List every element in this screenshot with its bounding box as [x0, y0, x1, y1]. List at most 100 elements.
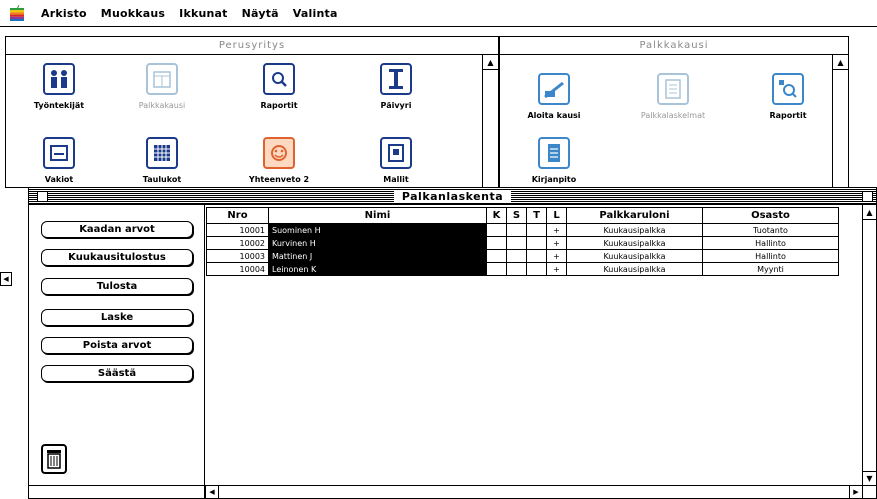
column-header-osasto[interactable]: Osasto	[702, 207, 839, 224]
cell-l[interactable]: +	[546, 262, 567, 276]
window-title[interactable]: Palkkakausi	[500, 37, 848, 55]
icon-label: Yhteenveto 2	[248, 175, 310, 184]
cell-nro[interactable]: 10002	[206, 236, 269, 250]
cell-t[interactable]	[526, 236, 547, 250]
icon-raportit-2[interactable]: Raportit	[740, 73, 836, 120]
saasta-button[interactable]: Säästä	[41, 365, 193, 382]
table-row[interactable]: 10004 Leinonen K + Kuukausipalkka Myynti	[206, 262, 839, 276]
cell-s[interactable]	[506, 236, 527, 250]
cell-t[interactable]	[526, 249, 547, 263]
menu-arkisto[interactable]: Arkisto	[34, 7, 94, 20]
icon-mallit[interactable]: Mallit	[348, 137, 444, 184]
window-title[interactable]: Perusyritys	[6, 37, 498, 55]
cell-s[interactable]	[506, 262, 527, 276]
apple-menu-icon[interactable]	[0, 3, 34, 23]
icon-label: Kirjanpito	[531, 175, 577, 184]
icon-aloita-kausi[interactable]: Aloita kausi	[506, 73, 602, 120]
calendar-icon	[146, 63, 178, 95]
cell-osasto[interactable]: Myynti	[702, 262, 839, 276]
poista-arvot-button[interactable]: Poista arvot	[41, 337, 193, 354]
kaadan-arvot-button[interactable]: Kaadan arvot	[41, 221, 193, 238]
icon-palkkakausi[interactable]: Palkkakausi	[114, 63, 210, 110]
icon-label: Palkkalaskelmat	[640, 111, 706, 120]
icon-vakiot[interactable]: Vakiot	[11, 137, 107, 184]
cell-t[interactable]	[526, 262, 547, 276]
icon-raportit[interactable]: Raportit	[231, 63, 327, 110]
window-palkanlaskenta[interactable]: Palkanlaskenta Kaadan arvot Kuukausitulo…	[28, 187, 877, 499]
menu-muokkaus[interactable]: Muokkaus	[94, 7, 172, 20]
cell-nimi[interactable]: Leinonen K	[268, 262, 487, 276]
icon-paivyri[interactable]: Päivyri	[348, 63, 444, 110]
cell-nro[interactable]: 10004	[206, 262, 269, 276]
column-header-l[interactable]: L	[546, 207, 567, 224]
cell-osasto[interactable]: Tuotanto	[702, 223, 839, 237]
cell-s[interactable]	[506, 223, 527, 237]
icon-palkkalaskelmat[interactable]: Palkkalaskelmat	[625, 73, 721, 120]
vertical-scrollbar[interactable]: ▲	[482, 55, 498, 187]
cell-palkka[interactable]: Kuukausipalkka	[566, 223, 703, 237]
cell-k[interactable]	[486, 223, 507, 237]
close-box-icon[interactable]	[37, 191, 48, 202]
table-row[interactable]: 10001 Suominen H + Kuukausipalkka Tuotan…	[206, 223, 839, 237]
trash-icon[interactable]	[41, 444, 67, 474]
menu-valinta[interactable]: Valinta	[286, 7, 345, 20]
ledger-icon	[538, 137, 570, 169]
window-perusyritys[interactable]: Perusyritys ▲ Työntekijät Palkkakausi Ra…	[5, 36, 499, 188]
cell-k[interactable]	[486, 262, 507, 276]
column-header-nro[interactable]: Nro	[206, 207, 269, 224]
icon-kirjanpito[interactable]: Kirjanpito	[506, 137, 602, 184]
icon-label: Työntekijät	[33, 101, 85, 110]
cell-nro[interactable]: 10003	[206, 249, 269, 263]
table-row[interactable]: 10003 Mattinen J + Kuukausipalkka Hallin…	[206, 249, 839, 263]
kuukausitulostus-button[interactable]: Kuukausitulostus	[41, 249, 193, 266]
cell-osasto[interactable]: Hallinto	[702, 236, 839, 250]
icon-yhteenveto[interactable]: Yhteenveto 2	[231, 137, 327, 184]
cell-palkka[interactable]: Kuukausipalkka	[566, 262, 703, 276]
scroll-down-icon[interactable]: ▼	[863, 471, 876, 485]
icon-label: Vakiot	[44, 175, 74, 184]
cell-nro[interactable]: 10001	[206, 223, 269, 237]
scroll-up-icon[interactable]: ▲	[863, 205, 876, 220]
icon-tyontekijat[interactable]: Työntekijät	[11, 63, 107, 110]
cell-t[interactable]	[526, 223, 547, 237]
menu-bar: Arkisto Muokkaus Ikkunat Näytä Valinta	[0, 0, 877, 27]
cell-osasto[interactable]: Hallinto	[702, 249, 839, 263]
cell-l[interactable]: +	[546, 249, 567, 263]
cell-nimi[interactable]: Kurvinen H	[268, 236, 487, 250]
column-header-k[interactable]: K	[486, 207, 507, 224]
column-header-palkkaruloni[interactable]: Palkkaruloni	[566, 207, 703, 224]
zoom-box-icon[interactable]	[862, 191, 873, 202]
laske-button[interactable]: Laske	[41, 309, 193, 326]
cell-palkka[interactable]: Kuukausipalkka	[566, 249, 703, 263]
horizontal-scrollbar[interactable]: ◀ ▶	[206, 485, 862, 498]
cell-nimi[interactable]: Suominen H	[268, 223, 487, 237]
cell-k[interactable]	[486, 249, 507, 263]
scroll-up-icon[interactable]: ▲	[833, 55, 848, 70]
menu-ikkunat[interactable]: Ikkunat	[172, 7, 234, 20]
scroll-left-icon[interactable]: ◀	[206, 486, 219, 498]
cell-k[interactable]	[486, 236, 507, 250]
scroll-right-icon[interactable]: ▶	[849, 486, 862, 498]
icon-taulukot[interactable]: Taulukot	[114, 137, 210, 184]
scroll-left-icon[interactable]: ◀	[0, 272, 12, 286]
column-header-t[interactable]: T	[526, 207, 547, 224]
cell-s[interactable]	[506, 249, 527, 263]
column-header-s[interactable]: S	[506, 207, 527, 224]
resize-box-icon[interactable]	[862, 485, 876, 498]
window-palkkakausi[interactable]: Palkkakausi ▲ Aloita kausi Palkkalaskelm…	[499, 36, 849, 188]
table-icon	[146, 137, 178, 169]
cell-palkka[interactable]: Kuukausipalkka	[566, 236, 703, 250]
icon-label: Raportit	[769, 111, 807, 120]
table-row[interactable]: 10002 Kurvinen H + Kuukausipalkka Hallin…	[206, 236, 839, 250]
cell-nimi[interactable]: Mattinen J	[268, 249, 487, 263]
window-titlebar[interactable]: Palkanlaskenta	[29, 188, 876, 205]
scroll-up-icon[interactable]: ▲	[483, 55, 498, 70]
tulosta-button[interactable]: Tulosta	[41, 278, 193, 295]
cell-l[interactable]: +	[546, 236, 567, 250]
left-panel-footer	[29, 485, 206, 498]
column-header-nimi[interactable]: Nimi	[268, 207, 487, 224]
vertical-scrollbar[interactable]: ▲ ▼	[862, 205, 876, 485]
cell-l[interactable]: +	[546, 223, 567, 237]
icon-label: Palkkakausi	[138, 101, 186, 110]
menu-nayta[interactable]: Näytä	[235, 7, 286, 20]
